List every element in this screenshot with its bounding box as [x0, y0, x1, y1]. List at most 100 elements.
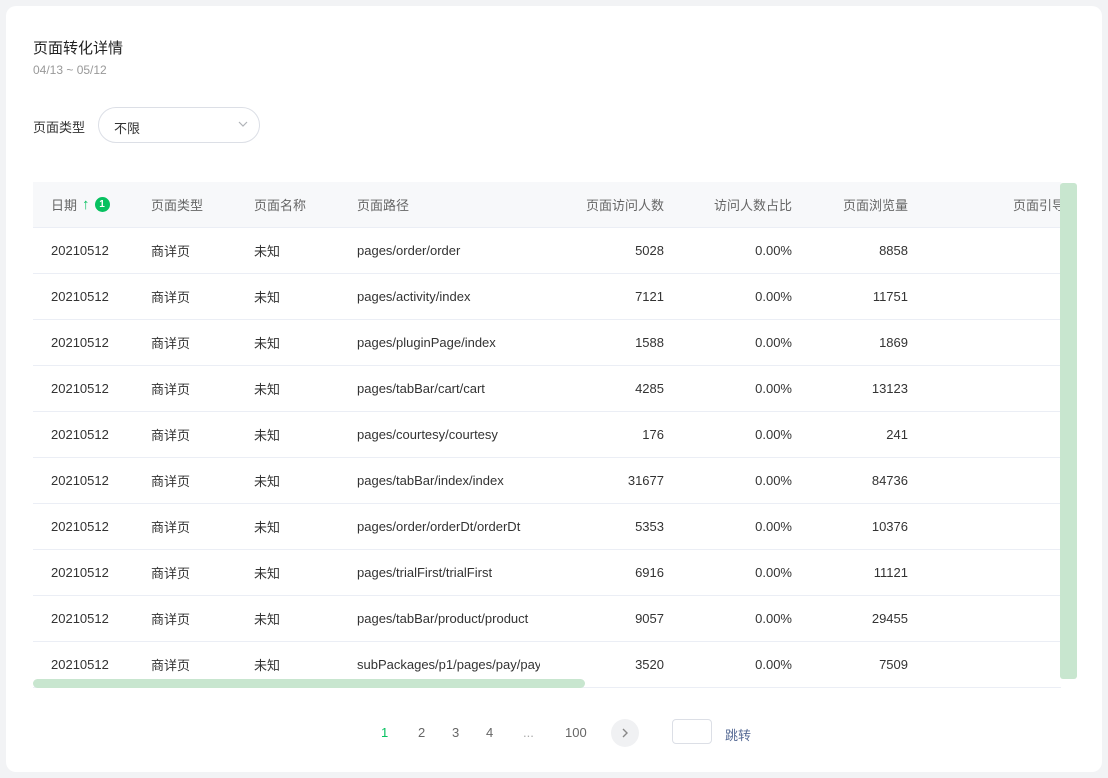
page-name-cell: 未知 — [236, 549, 339, 596]
visitor-ratio-cell: 0.00% — [680, 457, 808, 504]
page-name-cell: 未知 — [236, 457, 339, 504]
jump-button[interactable]: 跳转 — [725, 725, 751, 744]
add-to-cart-cell: 0 — [924, 411, 1061, 458]
page-conversion-card: 页面转化详情 04/13 ~ 05/12 页面类型 不限 日期 ↑ 1 页面类型… — [6, 6, 1102, 772]
page-views-cell: 10376 — [808, 503, 924, 550]
column-header-visitor-ratio[interactable]: 访问人数占比 — [680, 182, 808, 228]
page-path-cell: pages/tabBar/product/product — [339, 595, 540, 642]
page-type-select-value: 不限 — [114, 121, 141, 136]
column-header-add-to-cart[interactable]: 页面引导加购人数 — [924, 182, 1061, 228]
column-header-visitors[interactable]: 页面访问人数 — [540, 182, 680, 228]
page-3-button[interactable]: 3 — [452, 725, 459, 740]
arrow-up-icon[interactable]: ↑ — [82, 197, 90, 212]
page-views-cell: 1869 — [808, 319, 924, 366]
page-100-button[interactable]: 100 — [565, 725, 587, 740]
page-views-cell: 8858 — [808, 227, 924, 274]
next-page-button[interactable] — [611, 719, 639, 747]
page-4-button[interactable]: 4 — [486, 725, 493, 740]
visitors-cell: 1588 — [540, 319, 680, 366]
visitor-ratio-cell: 0.00% — [680, 503, 808, 550]
page-views-cell: 13123 — [808, 365, 924, 412]
table-row[interactable]: 20210512 商详页 未知 pages/pluginPage/index 1588 0… — [33, 319, 1061, 366]
table-row[interactable]: 20210512 商详页 未知 pages/courtesy/courtesy 176 0… — [33, 411, 1061, 458]
page-type-cell: 商详页 — [133, 457, 236, 504]
date-cell: 20210512 — [33, 411, 133, 458]
page-path-cell: pages/order/orderDt/orderDt — [339, 503, 540, 550]
visitor-ratio-cell: 0.00% — [680, 411, 808, 458]
table-row[interactable]: 20210512 商详页 未知 pages/order/order 5028 0.00% 8… — [33, 227, 1061, 274]
table-row[interactable]: 20210512 商详页 未知 pages/tabBar/product/produc… — [33, 595, 1061, 642]
page-path-cell: pages/courtesy/courtesy — [339, 411, 540, 458]
page-name-cell: 未知 — [236, 595, 339, 642]
vertical-scrollbar[interactable] — [1060, 183, 1077, 679]
page-path-cell: pages/tabBar/index/index — [339, 457, 540, 504]
page-type-cell: 商详页 — [133, 595, 236, 642]
page-path-cell: pages/pluginPage/index — [339, 319, 540, 366]
sort-order-badge: 1 — [94, 196, 110, 212]
page-ellipsis[interactable]: ... — [523, 725, 534, 740]
date-cell: 20210512 — [33, 273, 133, 320]
visitors-cell: 9057 — [540, 595, 680, 642]
page-name-cell: 未知 — [236, 411, 339, 458]
table-row[interactable]: 20210512 商详页 未知 pages/tabBar/index/index 316… — [33, 457, 1061, 504]
add-to-cart-cell: 0 — [924, 227, 1061, 274]
visitor-ratio-cell: 0.00% — [680, 227, 808, 274]
column-header-label: 日期 — [51, 197, 78, 213]
visitors-cell: 4285 — [540, 365, 680, 412]
visitor-ratio-cell: 0.00% — [680, 641, 808, 688]
table-header-row: 日期 ↑ 1 页面类型 页面名称 页面路径 页面访问人数 访问人数占比 页面浏览… — [33, 182, 1061, 228]
date-range: 04/13 ~ 05/12 — [33, 63, 107, 77]
column-header-page-path[interactable]: 页面路径 — [339, 182, 540, 228]
page-views-cell: 7509 — [808, 641, 924, 688]
date-cell: 20210512 — [33, 365, 133, 412]
add-to-cart-cell: 0 — [924, 503, 1061, 550]
page-path-cell: pages/tabBar/cart/cart — [339, 365, 540, 412]
page-type-cell: 商详页 — [133, 365, 236, 412]
column-header-date[interactable]: 日期 ↑ 1 — [33, 182, 133, 228]
visitors-cell: 5353 — [540, 503, 680, 550]
add-to-cart-cell: 5 — [924, 641, 1061, 688]
page-views-cell: 11751 — [808, 273, 924, 320]
column-header-page-views[interactable]: 页面浏览量 — [808, 182, 924, 228]
page-1-button[interactable]: 1 — [381, 725, 388, 740]
visitor-ratio-cell: 0.00% — [680, 365, 808, 412]
page-views-cell: 84736 — [808, 457, 924, 504]
add-to-cart-cell: 0 — [924, 273, 1061, 320]
jump-page-input[interactable] — [672, 719, 712, 744]
visitors-cell: 5028 — [540, 227, 680, 274]
page-type-cell: 商详页 — [133, 503, 236, 550]
page-views-cell: 29455 — [808, 595, 924, 642]
visitor-ratio-cell: 0.00% — [680, 273, 808, 320]
table-row[interactable]: 20210512 商详页 未知 pages/tabBar/cart/cart 4285 0… — [33, 365, 1061, 412]
page-name-cell: 未知 — [236, 503, 339, 550]
visitors-cell: 31677 — [540, 457, 680, 504]
column-header-page-name[interactable]: 页面名称 — [236, 182, 339, 228]
page-type-select[interactable]: 不限 — [98, 107, 260, 143]
page-type-cell: 商详页 — [133, 273, 236, 320]
pagination: 1 2 3 4 ... 100 跳转 — [6, 719, 1102, 747]
table-row[interactable]: 20210512 商详页 未知 pages/trialFirst/trialFirst… — [33, 549, 1061, 596]
page-path-cell: pages/order/order — [339, 227, 540, 274]
add-to-cart-cell: 6 — [924, 595, 1061, 642]
horizontal-scrollbar[interactable] — [33, 679, 585, 688]
visitor-ratio-cell: 0.00% — [680, 319, 808, 366]
page-title: 页面转化详情 — [33, 40, 124, 57]
date-cell: 20210512 — [33, 595, 133, 642]
visitors-cell: 7121 — [540, 273, 680, 320]
page-type-cell: 商详页 — [133, 411, 236, 458]
date-cell: 20210512 — [33, 503, 133, 550]
table-row[interactable]: 20210512 商详页 未知 pages/activity/index 7121 0.0… — [33, 273, 1061, 320]
page-name-cell: 未知 — [236, 273, 339, 320]
conversion-table: 日期 ↑ 1 页面类型 页面名称 页面路径 页面访问人数 访问人数占比 页面浏览… — [33, 182, 1061, 688]
page-2-button[interactable]: 2 — [418, 725, 425, 740]
column-header-page-type[interactable]: 页面类型 — [133, 182, 236, 228]
page-type-cell: 商详页 — [133, 319, 236, 366]
chevron-right-icon — [622, 728, 628, 738]
add-to-cart-cell: 0 — [924, 319, 1061, 366]
visitor-ratio-cell: 0.00% — [680, 549, 808, 596]
page-name-cell: 未知 — [236, 227, 339, 274]
chevron-down-icon — [238, 121, 248, 127]
table-row[interactable]: 20210512 商详页 未知 pages/order/orderDt/orderDt… — [33, 503, 1061, 550]
page-path-cell: pages/trialFirst/trialFirst — [339, 549, 540, 596]
page-views-cell: 241 — [808, 411, 924, 458]
